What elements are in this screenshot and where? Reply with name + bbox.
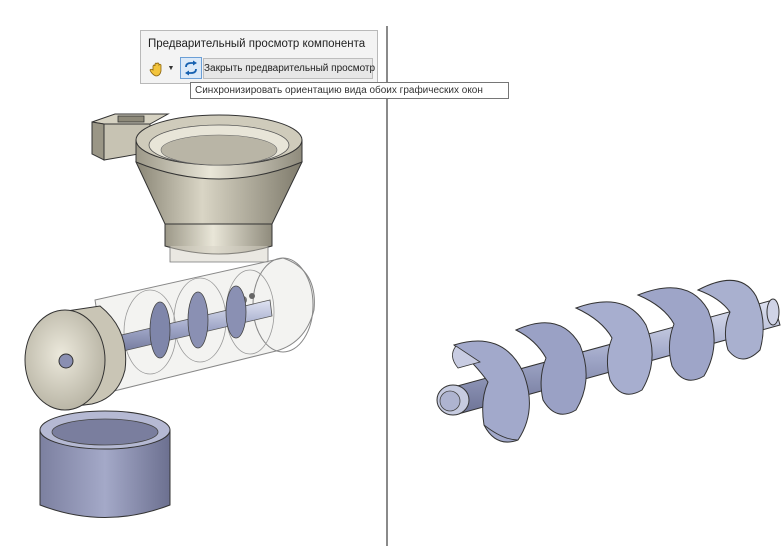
panel-title: Предварительный просмотр компонента (148, 38, 366, 50)
component-preview-panel: Предварительный просмотр компонента ▼ За… (140, 30, 378, 84)
sync-orientation-icon (185, 60, 197, 76)
chevron-down-icon[interactable]: ▼ (167, 62, 175, 76)
separate-cup (39, 410, 171, 518)
front-cap (24, 305, 127, 411)
auger-flights (452, 279, 764, 443)
hand-pan-icon (149, 62, 162, 77)
sync-orientation-button[interactable] (180, 57, 202, 79)
sync-tooltip: Синхронизировать ориентацию вида обоих г… (190, 82, 509, 99)
hand-pan-button[interactable] (147, 60, 167, 78)
hopper-funnel (135, 114, 303, 263)
close-preview-button[interactable]: Закрыть предварительный просмотр (203, 58, 375, 79)
